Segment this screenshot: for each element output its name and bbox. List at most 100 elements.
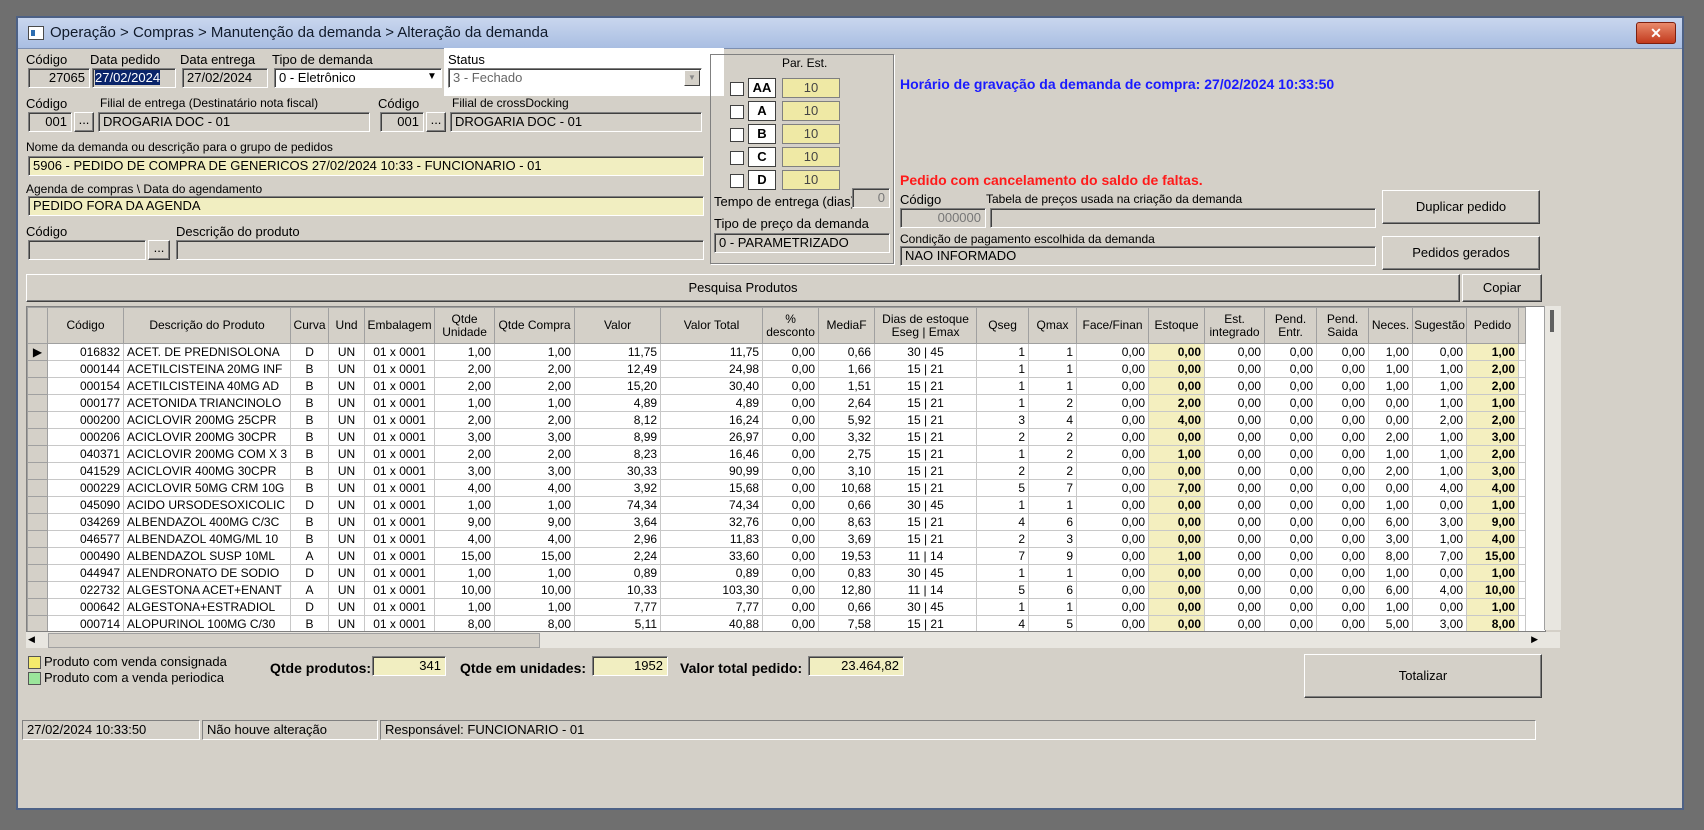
table-cell[interactable]: 0,00	[1204, 462, 1266, 480]
table-row[interactable]: 000177 ACETONIDA TRIANCINOLO B UN 01 x 0001 1…	[27, 394, 1527, 412]
table-cell[interactable]: 2,00	[1368, 462, 1414, 480]
table-cell[interactable]: 0,00	[1204, 530, 1266, 548]
table-cell[interactable]: 1,00	[494, 343, 576, 361]
table-row[interactable]: 000229 ACICLOVIR 50MG CRM 10G B UN 01 x 0001…	[27, 479, 1527, 497]
table-cell[interactable]: ALGESTONA ACET+ENANT	[122, 581, 292, 599]
table-cell[interactable]: 2,96	[574, 530, 662, 548]
pesquisa-produtos-button[interactable]: Pesquisa Produtos	[26, 274, 1460, 302]
column-header[interactable]: Descrição do Produto	[122, 307, 292, 344]
table-cell[interactable]: 8,63	[818, 513, 876, 531]
table-cell[interactable]: 0,00	[1076, 496, 1150, 514]
table-cell[interactable]: 0,00	[1316, 479, 1370, 497]
table-cell[interactable]: 11,83	[660, 530, 764, 548]
table-cell[interactable]: 30 | 45	[874, 496, 978, 514]
table-cell[interactable]: 1,00	[1466, 394, 1520, 412]
table-cell[interactable]: 1,00	[494, 564, 576, 582]
table-cell[interactable]: 2,00	[434, 411, 496, 429]
table-cell[interactable]: 15 | 21	[874, 394, 978, 412]
table-cell[interactable]: 19,53	[818, 547, 876, 565]
table-cell[interactable]: 0,89	[574, 564, 662, 582]
table-cell[interactable]: 4,00	[1466, 530, 1520, 548]
table-cell[interactable]: 6,00	[1368, 581, 1414, 599]
table-cell[interactable]: 01 x 0001	[364, 581, 436, 599]
table-cell[interactable]: 0,00	[1316, 615, 1370, 631]
column-header[interactable]: Valor	[574, 307, 662, 344]
table-cell[interactable]: 016832	[47, 343, 124, 361]
table-cell[interactable]: 0,00	[762, 445, 820, 463]
table-cell[interactable]: 0,00	[1316, 547, 1370, 565]
column-header[interactable]: Neces.	[1368, 307, 1414, 344]
table-cell[interactable]: 1,00	[1148, 445, 1206, 463]
table-cell[interactable]: 2,00	[494, 360, 576, 378]
table-cell[interactable]: 0,00	[1316, 581, 1370, 599]
column-header[interactable]: Embalagem	[364, 307, 436, 344]
table-row[interactable]: 045090 ACIDO URSODESOXICOLIC D UN 01 x 0001 1…	[27, 496, 1527, 514]
table-cell[interactable]: 74,34	[574, 496, 662, 514]
table-cell[interactable]: 30,33	[574, 462, 662, 480]
table-cell[interactable]: 5	[1028, 615, 1078, 631]
curva-checkbox[interactable]	[730, 105, 744, 119]
table-cell[interactable]: 10,68	[818, 479, 876, 497]
table-cell[interactable]: 33,60	[660, 547, 764, 565]
table-cell[interactable]: B	[290, 479, 330, 497]
grid-vertical-scrollbar[interactable]	[1544, 306, 1561, 630]
table-cell[interactable]: 2,00	[1466, 411, 1520, 429]
table-cell[interactable]: 0,00	[1148, 530, 1206, 548]
table-cell[interactable]: 15 | 21	[874, 411, 978, 429]
table-cell[interactable]: 01 x 0001	[364, 377, 436, 395]
table-cell[interactable]: 2,00	[494, 445, 576, 463]
table-cell[interactable]: 01 x 0001	[364, 530, 436, 548]
table-cell[interactable]: 5,00	[1368, 615, 1414, 631]
table-cell[interactable]: 000177	[47, 394, 124, 412]
table-cell[interactable]: 9,00	[494, 513, 576, 531]
table-cell[interactable]: 15 | 21	[874, 377, 978, 395]
table-cell[interactable]: 15 | 21	[874, 513, 978, 531]
data-entrega-field[interactable]: 27/02/2024	[182, 68, 268, 88]
table-cell[interactable]: 7,00	[1412, 547, 1468, 565]
table-cell[interactable]: 0,00	[1148, 428, 1206, 446]
table-cell[interactable]: 2,00	[1466, 445, 1520, 463]
codigo-produto-input[interactable]	[28, 240, 146, 260]
grid-horizontal-scrollbar[interactable]: ◀ ▶	[26, 632, 1560, 648]
table-cell[interactable]: 4,89	[660, 394, 764, 412]
column-header[interactable]: Qtde Unidade	[434, 307, 496, 344]
table-cell[interactable]: 1,00	[1466, 564, 1520, 582]
table-cell[interactable]: 2,00	[434, 360, 496, 378]
table-cell[interactable]: 0,00	[1076, 394, 1150, 412]
table-cell[interactable]: D	[290, 496, 330, 514]
table-cell[interactable]: 15,00	[434, 547, 496, 565]
table-cell[interactable]: 0,00	[762, 360, 820, 378]
table-cell[interactable]: 0,00	[762, 394, 820, 412]
table-cell[interactable]: 1,00	[494, 496, 576, 514]
table-cell[interactable]: 01 x 0001	[364, 411, 436, 429]
table-cell[interactable]: 0,00	[1148, 598, 1206, 616]
table-cell[interactable]: A	[290, 547, 330, 565]
table-cell[interactable]: 01 x 0001	[364, 547, 436, 565]
table-cell[interactable]: 1,00	[1368, 445, 1414, 463]
table-cell[interactable]: 041529	[47, 462, 124, 480]
table-cell[interactable]: 0,00	[1412, 564, 1468, 582]
table-cell[interactable]: 000200	[47, 411, 124, 429]
table-cell[interactable]: 0,00	[1076, 530, 1150, 548]
column-header[interactable]: % desconto	[762, 307, 820, 344]
table-cell[interactable]: 2	[976, 530, 1030, 548]
column-header[interactable]: Valor Total	[660, 307, 764, 344]
table-cell[interactable]: 1,00	[1368, 564, 1414, 582]
column-header[interactable]: Qseg	[976, 307, 1030, 344]
table-cell[interactable]: 000229	[47, 479, 124, 497]
table-cell[interactable]: 6,00	[1368, 513, 1414, 531]
table-cell[interactable]: D	[290, 564, 330, 582]
table-cell[interactable]: 0,89	[660, 564, 764, 582]
table-row[interactable]: 040371 ACICLOVIR 200MG COM X 3 B UN 01 x 000…	[27, 445, 1527, 463]
table-cell[interactable]: 0,00	[1204, 394, 1266, 412]
table-cell[interactable]: 01 x 0001	[364, 343, 436, 361]
table-cell[interactable]: UN	[328, 547, 366, 565]
table-cell[interactable]: 3,69	[818, 530, 876, 548]
table-cell[interactable]: 1,66	[818, 360, 876, 378]
table-cell[interactable]: 15,68	[660, 479, 764, 497]
table-cell[interactable]: 2	[976, 428, 1030, 446]
table-cell[interactable]: 0,00	[1264, 445, 1318, 463]
table-cell[interactable]: 5	[976, 581, 1030, 599]
curva-valor[interactable]: 10	[782, 78, 840, 98]
table-cell[interactable]: 32,76	[660, 513, 764, 531]
